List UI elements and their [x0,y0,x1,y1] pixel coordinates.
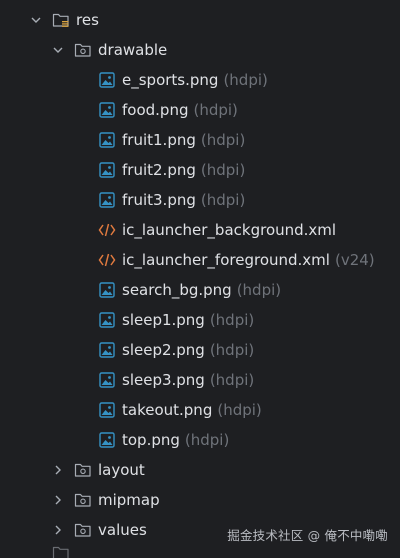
file-qualifier: (hdpi) [193,101,238,119]
chevron-right-icon[interactable] [50,462,66,478]
tree-item-res[interactable]: res [0,5,400,35]
tree-item-partial [0,545,400,558]
chevron-right-icon[interactable] [50,522,66,538]
image-file-icon [98,371,116,389]
tree-item-label: drawable [98,41,168,59]
folder-icon [74,521,92,539]
chevron-down-icon[interactable] [50,42,66,58]
image-file-icon [98,341,116,359]
image-file-icon [98,401,116,419]
file-qualifier: (hdpi) [200,161,246,179]
tree-file-fruit1[interactable]: fruit1.png (hdpi) [0,125,400,155]
chevron-right-icon[interactable] [50,492,66,508]
chevron-down-icon[interactable] [28,12,44,28]
folder-icon [52,544,70,558]
tree-item-label: mipmap [98,491,160,509]
image-file-icon [98,131,116,149]
file-name: ic_launcher_foreground.xml [122,251,330,269]
folder-icon [74,41,92,59]
file-name: fruit2.png [122,161,196,179]
image-file-icon [98,161,116,179]
file-qualifier: (hdpi) [236,281,282,299]
tree-file-fruit3[interactable]: fruit3.png (hdpi) [0,185,400,215]
file-qualifier: (hdpi) [217,401,262,419]
tree-item-label: res [76,11,99,29]
file-name: sleep3.png [122,371,205,389]
tree-file-sleep3[interactable]: sleep3.png (hdpi) [0,365,400,395]
file-name: food.png [122,101,189,119]
watermark: 掘金技术社区 @ 俺不中嘞嘞 [227,528,388,543]
file-name: sleep1.png [122,311,205,329]
folder-icon [74,491,92,509]
file-name: sleep2.png [122,341,205,359]
file-qualifier: (hdpi) [200,131,246,149]
file-qualifier: (hdpi) [209,311,255,329]
folder-icon [74,461,92,479]
file-name: fruit3.png [122,191,196,209]
tree-item-mipmap[interactable]: mipmap [0,485,400,515]
tree-file-sleep2[interactable]: sleep2.png (hdpi) [0,335,400,365]
tree-file-top[interactable]: top.png (hdpi) [0,425,400,455]
tree-file-food[interactable]: food.png (hdpi) [0,95,400,125]
file-name: e_sports.png [122,71,219,89]
file-qualifier: (hdpi) [209,341,255,359]
file-qualifier: (hdpi) [209,371,255,389]
image-file-icon [98,191,116,209]
image-file-icon [98,101,116,119]
xml-file-icon [98,251,116,269]
tree-item-drawable[interactable]: drawable [0,35,400,65]
resource-folder-icon [52,11,70,29]
file-qualifier: (hdpi) [200,191,246,209]
tree-file-sleep1[interactable]: sleep1.png (hdpi) [0,305,400,335]
xml-file-icon [98,221,116,239]
tree-file-search-bg[interactable]: search_bg.png (hdpi) [0,275,400,305]
image-file-icon [98,281,116,299]
tree-item-label: layout [98,461,145,479]
tree-file-fruit2[interactable]: fruit2.png (hdpi) [0,155,400,185]
image-file-icon [98,311,116,329]
image-file-icon [98,71,116,89]
file-name: takeout.png [122,401,213,419]
file-qualifier: (v24) [334,251,375,269]
tree-file-ic-launcher-background[interactable]: ic_launcher_background.xml [0,215,400,245]
file-qualifier: (hdpi) [184,431,230,449]
tree-file-takeout[interactable]: takeout.png (hdpi) [0,395,400,425]
tree-file-e-sports[interactable]: e_sports.png (hdpi) [0,65,400,95]
project-tree: res drawable e_sports.png (hdpi) food.pn… [0,5,400,545]
tree-item-layout[interactable]: layout [0,455,400,485]
file-name: fruit1.png [122,131,196,149]
file-qualifier: (hdpi) [223,71,268,89]
tree-file-ic-launcher-foreground[interactable]: ic_launcher_foreground.xml (v24) [0,245,400,275]
image-file-icon [98,431,116,449]
tree-item-label: values [98,521,147,539]
file-name: top.png [122,431,180,449]
file-name: search_bg.png [122,281,232,299]
file-name: ic_launcher_background.xml [122,221,337,239]
